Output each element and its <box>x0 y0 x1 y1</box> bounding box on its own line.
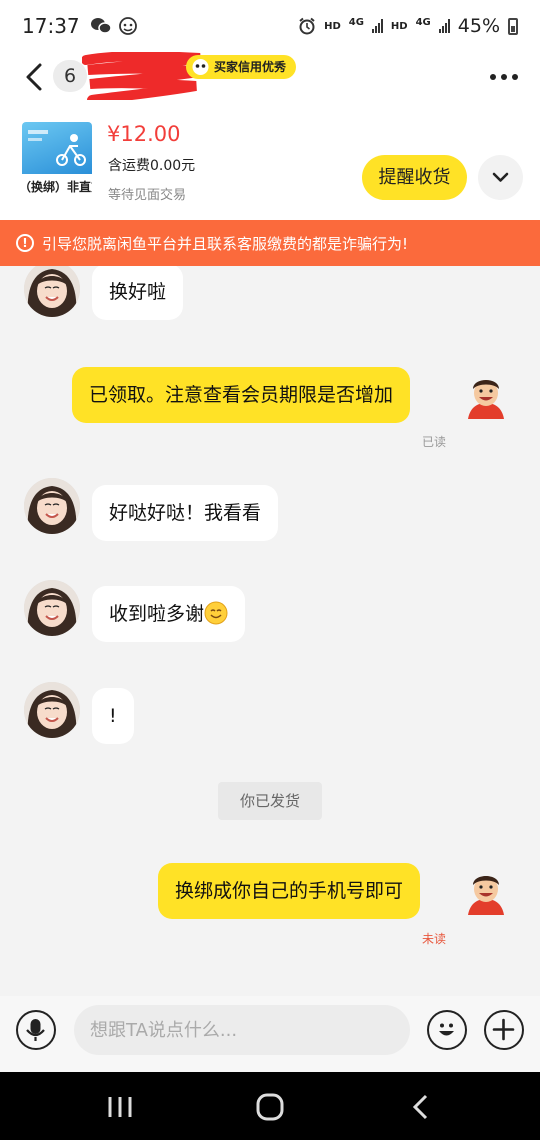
warning-text: 引导您脱离闲鱼平台并且联系客服缴费的都是诈骗行为! <box>42 234 409 253</box>
system-message: 你已发货 <box>218 782 322 820</box>
more-actions-button[interactable] <box>484 1010 524 1050</box>
network-label: HD <box>390 20 408 32</box>
scooter-icon <box>28 130 86 166</box>
network-label: 4G <box>348 16 364 28</box>
message-bubble[interactable]: ! <box>92 688 134 744</box>
emoji-button[interactable] <box>427 1010 467 1050</box>
my-avatar[interactable] <box>462 867 510 915</box>
product-price: ¥12.00 <box>107 122 181 146</box>
trade-status: 等待见面交易 <box>108 188 187 203</box>
expand-button[interactable] <box>478 155 523 200</box>
message-bubble[interactable]: 换绑成你自己的手机号即可 <box>158 863 421 919</box>
network-label: 4G <box>415 16 431 28</box>
voice-button[interactable] <box>16 1010 56 1050</box>
plus-icon <box>492 1018 515 1041</box>
fish-face-icon <box>192 59 209 75</box>
message-bubble[interactable]: 换好啦 <box>92 266 184 320</box>
chat-messages[interactable]: 换好啦 已领取。注意查看会员期限是否增加 已读 好哒好哒！我看看 收到啦多谢 !… <box>0 266 540 996</box>
redacted-username <box>82 52 201 104</box>
network-label: HD <box>324 20 341 32</box>
status-bar: 17:37 HD 4G HD 4G 45% <box>0 0 540 52</box>
fraud-warning-banner: ! 引导您脱离闲鱼平台并且联系客服缴费的都是诈骗行为! <box>0 220 540 266</box>
unread-receipt: 未读 <box>422 932 447 946</box>
status-time: 17:37 <box>22 14 80 38</box>
home-icon[interactable] <box>250 1092 290 1122</box>
read-receipt: 已读 <box>422 435 447 449</box>
wechat-icon <box>90 18 112 34</box>
seller-avatar[interactable] <box>24 580 80 636</box>
credit-badge: 买家信用优秀 <box>186 55 297 79</box>
system-nav-bar <box>0 1072 540 1140</box>
nav-back-icon[interactable] <box>402 1092 442 1122</box>
credit-badge-label: 买家信用优秀 <box>214 60 287 74</box>
remind-receipt-button[interactable]: 提醒收货 <box>362 155 467 200</box>
recent-apps-icon[interactable] <box>100 1092 140 1122</box>
message-input[interactable] <box>74 1005 410 1055</box>
back-icon[interactable] <box>20 62 48 92</box>
seller-avatar[interactable] <box>24 682 80 738</box>
message-bubble[interactable]: 收到啦多谢 <box>92 586 246 642</box>
more-icon[interactable] <box>490 74 518 80</box>
product-caption: （换绑）非直充 <box>22 180 92 194</box>
signal-icon <box>371 19 383 33</box>
emoji-icon <box>439 1023 454 1036</box>
alarm-icon <box>299 17 315 35</box>
signal-icon <box>438 19 450 33</box>
my-avatar[interactable] <box>462 371 510 419</box>
seller-avatar[interactable] <box>24 478 80 534</box>
message-bubble[interactable]: 好哒好哒！我看看 <box>92 485 279 541</box>
seller-avatar[interactable] <box>24 266 80 317</box>
chat-header: 6 买家信用优秀 <box>0 52 540 104</box>
product-bar[interactable]: （换绑）非直充 ¥12.00 含运费0.00元 等待见面交易 提醒收货 <box>0 100 540 220</box>
input-bar <box>0 996 540 1072</box>
message-bubble[interactable]: 已领取。注意查看会员期限是否增加 <box>72 367 411 423</box>
warning-icon: ! <box>16 234 34 252</box>
product-thumbnail[interactable]: （换绑）非直充 <box>22 122 92 202</box>
microphone-icon <box>26 1019 45 1041</box>
battery-icon <box>508 17 518 35</box>
notification-app-icon <box>118 17 137 35</box>
battery-percent: 45% <box>457 15 500 37</box>
message-text: 收到啦多谢 <box>109 603 205 625</box>
smile-emoji-icon <box>204 601 228 625</box>
product-image <box>22 122 92 174</box>
chevron-down-icon <box>492 172 509 182</box>
shipping-fee: 含运费0.00元 <box>108 158 196 174</box>
